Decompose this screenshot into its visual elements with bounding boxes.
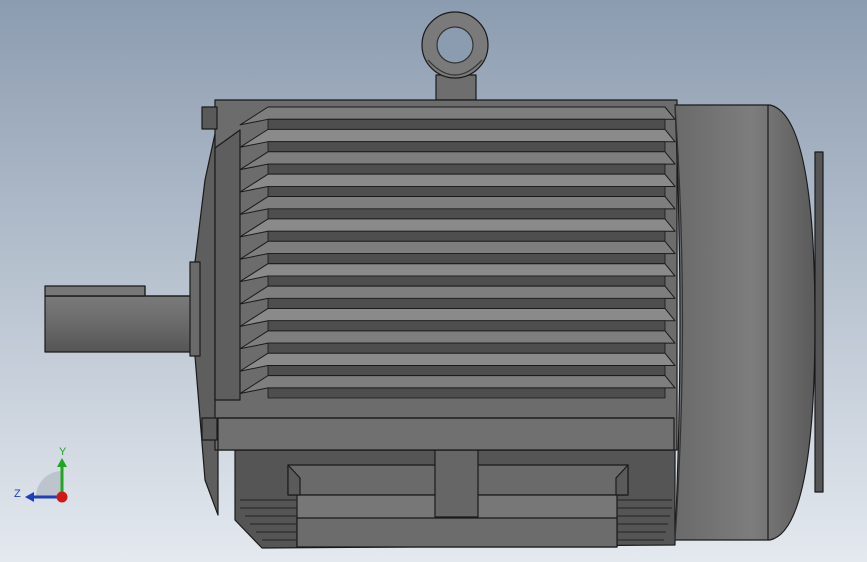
x-axis-dot	[56, 491, 68, 503]
cooling-fins	[239, 106, 676, 399]
fin-groove	[267, 297, 666, 309]
shaft[interactable]	[44, 285, 196, 353]
mounting-foot[interactable]	[234, 449, 676, 549]
z-axis-label: Z	[14, 488, 21, 500]
fin-groove	[267, 365, 666, 377]
fin-groove	[267, 208, 666, 220]
fin-groove	[267, 141, 666, 153]
fin-groove	[267, 342, 666, 354]
fin-groove	[267, 320, 666, 332]
fin-groove	[267, 230, 666, 242]
fin-groove	[267, 253, 666, 265]
fin-groove	[267, 186, 666, 197]
fan-cover[interactable]	[674, 104, 824, 541]
y-axis-label: Y	[59, 446, 67, 458]
fin-groove	[267, 118, 666, 130]
fin-groove	[267, 275, 666, 287]
graphics-viewport[interactable]: Y Z	[0, 0, 867, 562]
fin-groove	[267, 163, 666, 175]
fin-groove	[267, 387, 666, 399]
